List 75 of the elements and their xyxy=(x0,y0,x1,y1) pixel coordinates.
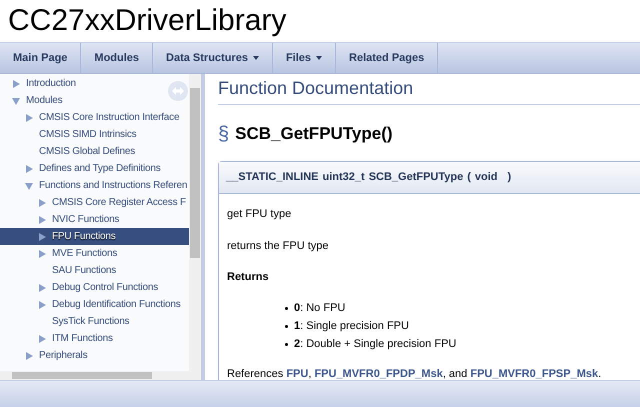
function-signature: __STATIC_INLINE uint32_t SCB_GetFPUType ( void ) xyxy=(219,162,640,194)
tree-item-label: SysTick Functions xyxy=(52,315,130,329)
permalink-anchor[interactable]: § xyxy=(218,119,230,149)
tree-item[interactable]: NVIC Functions xyxy=(0,211,189,228)
collapsed-arrow-icon[interactable] xyxy=(25,352,33,360)
collapsed-arrow-icon[interactable] xyxy=(38,232,46,240)
return-value-item: 0: No FPU xyxy=(294,301,346,316)
tree-item-label: FPU Functions xyxy=(52,230,116,244)
tree-item[interactable]: CMSIS Global Defines xyxy=(0,143,189,160)
tree-item-label: Introduction xyxy=(26,77,76,91)
tree-item-label: CMSIS Core Instruction Interface xyxy=(39,111,180,125)
bullet-icon xyxy=(285,343,288,346)
reference-link[interactable]: FPU_MVFR0_FPSP_Msk xyxy=(470,368,598,380)
tree-item-label: Debug Identification Functions xyxy=(52,298,181,312)
brief-description: get FPU type xyxy=(227,207,292,222)
tree-item[interactable]: FPU Functions xyxy=(0,228,189,245)
expanded-arrow-icon[interactable] xyxy=(25,182,33,190)
tree-item[interactable]: Debug Control Functions xyxy=(0,279,189,296)
tree-item[interactable]: Introduction xyxy=(0,75,189,92)
tree-item[interactable]: Functions and Instructions Referen xyxy=(0,177,189,194)
tree-item-label: Debug Control Functions xyxy=(52,281,158,295)
collapsed-arrow-icon[interactable] xyxy=(38,198,46,206)
collapsed-arrow-icon[interactable] xyxy=(12,80,20,88)
collapsed-arrow-icon[interactable] xyxy=(38,334,46,342)
project-title: CC27xxDriverLibrary xyxy=(8,6,286,36)
horizontal-scrollbar[interactable] xyxy=(0,371,201,380)
return-value-item: 2: Double + Single precision FPU xyxy=(294,337,456,352)
sync-icon[interactable] xyxy=(168,81,188,101)
bullet-icon xyxy=(285,325,288,328)
tree-item-label: CMSIS Core Register Access F xyxy=(52,196,186,210)
nav-tab[interactable]: Data Structures xyxy=(153,43,273,73)
tree-item-label: Modules xyxy=(26,94,62,108)
tree-item[interactable]: Defines and Type Definitions xyxy=(0,160,189,177)
reference-link[interactable]: FPU xyxy=(286,368,308,380)
collapsed-arrow-icon[interactable] xyxy=(38,250,46,258)
nav-tab[interactable]: Related Pages xyxy=(336,43,438,73)
tree-item[interactable]: MVE Functions xyxy=(0,245,189,262)
vertical-scrollbar[interactable] xyxy=(189,74,201,371)
collapsed-arrow-icon[interactable] xyxy=(25,114,33,122)
tree-item-label: CMSIS SIMD Intrinsics xyxy=(39,128,136,142)
function-title: SCB_GetFPUType() xyxy=(235,123,393,146)
references-sentence: References FPU, FPU_MVFR0_FPDP_Msk, and FPU_MVFR0_FPSP_Msk. xyxy=(227,366,602,380)
nav-tab[interactable]: Main Page xyxy=(0,43,82,73)
collapsed-arrow-icon[interactable] xyxy=(38,216,46,224)
caret-icon xyxy=(316,56,322,60)
detail-description: returns the FPU type xyxy=(227,238,330,254)
tree-item[interactable]: Debug Identification Functions xyxy=(0,296,189,313)
reference-link[interactable]: FPU_MVFR0_FPDP_Msk xyxy=(314,368,443,380)
tree-item[interactable]: Peripherals xyxy=(0,347,189,364)
returns-heading: Returns xyxy=(227,270,270,285)
collapsed-arrow-icon[interactable] xyxy=(25,164,33,172)
tree-item-label: Defines and Type Definitions xyxy=(39,162,161,176)
tree-item[interactable]: ITM Functions xyxy=(0,330,189,347)
expanded-arrow-icon[interactable] xyxy=(12,96,20,104)
tree-item-label: NVIC Functions xyxy=(52,213,120,227)
nav-tab[interactable]: Files xyxy=(272,43,336,73)
tree-item[interactable]: SysTick Functions xyxy=(0,313,189,330)
collapsed-arrow-icon[interactable] xyxy=(38,300,46,308)
return-value-item: 1: Single precision FPU xyxy=(294,319,409,334)
tree-item-label: ITM Functions xyxy=(52,332,113,346)
tree-item-label: Functions and Instructions Referen xyxy=(39,179,188,193)
collapsed-arrow-icon[interactable] xyxy=(38,284,46,292)
tree-item[interactable]: CMSIS SIMD Intrinsics xyxy=(0,126,189,143)
tree-item-label: MVE Functions xyxy=(52,247,118,261)
section-heading: Function Documentation xyxy=(218,75,640,105)
tree-item[interactable]: CMSIS Core Register Access F xyxy=(0,194,189,211)
caret-icon xyxy=(252,56,259,60)
tree-item-label: Peripherals xyxy=(39,349,88,363)
bullet-icon xyxy=(285,307,288,310)
tree-item[interactable]: CMSIS Core Instruction Interface xyxy=(0,109,189,126)
tree-item-label: SAU Functions xyxy=(52,264,116,278)
nav-tab[interactable]: Modules xyxy=(81,43,154,73)
tree-item-label: CMSIS Global Defines xyxy=(39,145,136,159)
tree-item[interactable]: SAU Functions xyxy=(0,262,189,279)
tree-item[interactable]: Modules xyxy=(0,92,189,109)
